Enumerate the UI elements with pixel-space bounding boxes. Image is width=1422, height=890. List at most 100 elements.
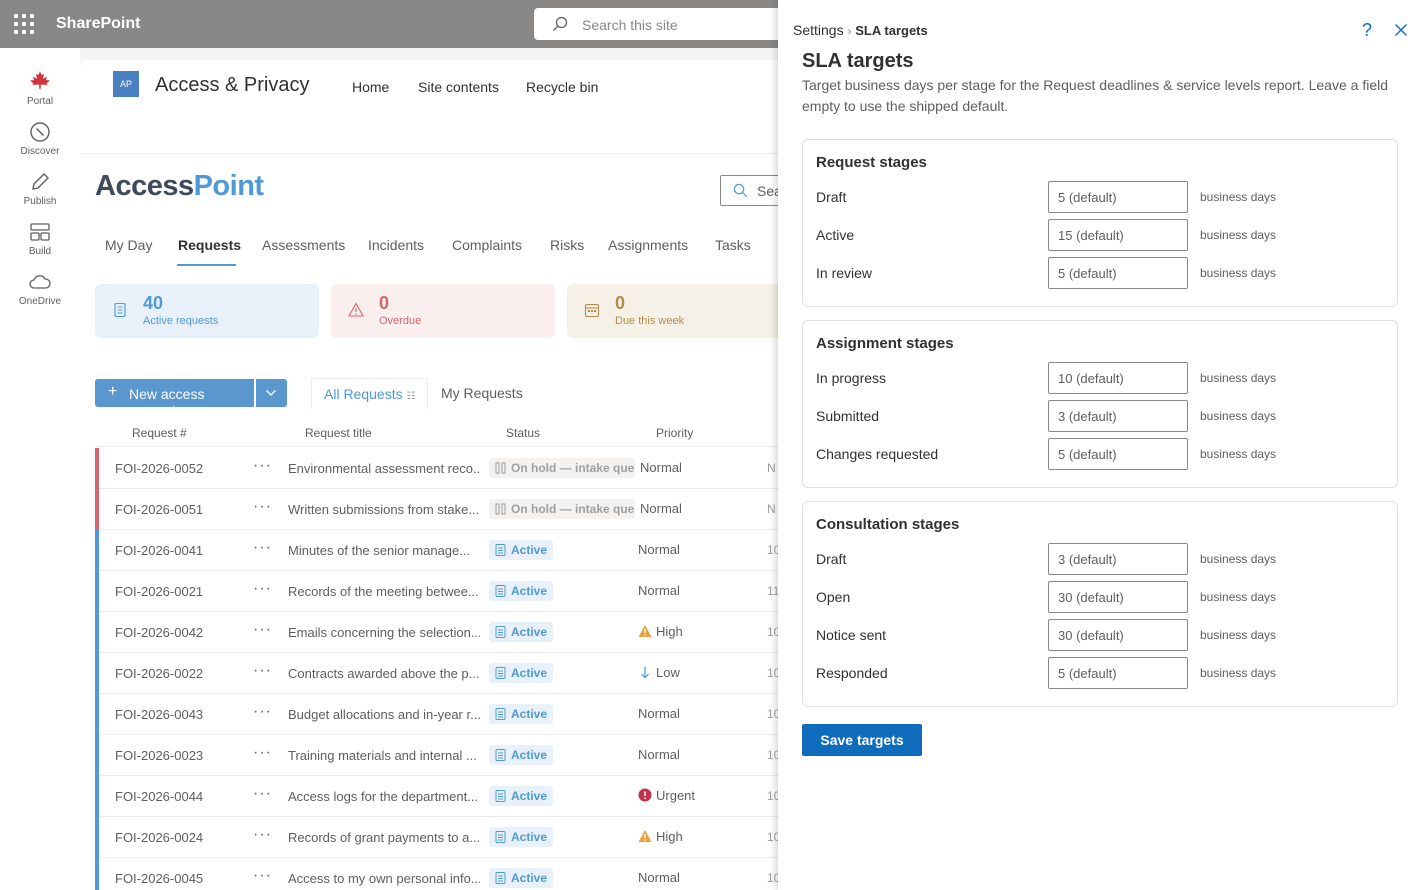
- column-header[interactable]: Request #: [132, 426, 187, 440]
- more-actions-icon[interactable]: ···: [253, 826, 272, 844]
- request-number[interactable]: FOI-2026-0052: [115, 461, 203, 476]
- tab-my-day[interactable]: My Day: [105, 237, 152, 253]
- appbar-onedrive[interactable]: OneDrive: [0, 270, 80, 307]
- breadcrumb-settings[interactable]: Settings: [793, 22, 844, 38]
- request-title[interactable]: Minutes of the senior manage...: [288, 543, 480, 558]
- site-search-placeholder: Search this site: [582, 17, 678, 33]
- request-title[interactable]: Access logs for the department...: [288, 789, 480, 804]
- site-title[interactable]: Access & Privacy: [155, 74, 309, 97]
- table-row[interactable]: FOI-2026-0023 ··· Training materials and i…: [95, 735, 780, 776]
- suite-brand[interactable]: SharePoint: [56, 15, 140, 33]
- request-title[interactable]: Contracts awarded above the p...: [288, 666, 480, 681]
- table-row[interactable]: FOI-2026-0043 ··· Budget allocations and i…: [95, 694, 780, 735]
- sla-input-assignment-changes-requested[interactable]: [1048, 438, 1188, 470]
- app-search-input[interactable]: Sea: [720, 175, 780, 206]
- request-number[interactable]: FOI-2026-0021: [115, 584, 203, 599]
- tab-incidents[interactable]: Incidents: [368, 237, 424, 253]
- tab-risks[interactable]: Risks: [550, 237, 584, 253]
- request-number[interactable]: FOI-2026-0042: [115, 625, 203, 640]
- table-row[interactable]: FOI-2026-0045 ··· Access to my own persona…: [95, 858, 780, 890]
- more-actions-icon[interactable]: ···: [253, 539, 272, 557]
- tab-assignments[interactable]: Assignments: [608, 237, 688, 253]
- appbar-publish[interactable]: Publish: [0, 170, 80, 207]
- request-title[interactable]: Records of the meeting betwee...: [288, 584, 480, 599]
- appbar-portal[interactable]: Portal: [0, 70, 80, 107]
- request-title[interactable]: Emails concerning the selection...: [288, 625, 480, 640]
- sla-input-request-active[interactable]: [1048, 219, 1188, 251]
- save-targets-button[interactable]: Save targets: [802, 724, 922, 756]
- request-number[interactable]: FOI-2026-0041: [115, 543, 203, 558]
- sla-input-consultation-responded[interactable]: [1048, 657, 1188, 689]
- request-title[interactable]: Environmental assessment reco...: [288, 461, 480, 476]
- request-title[interactable]: Training materials and internal ...: [288, 748, 480, 763]
- table-row[interactable]: FOI-2026-0042 ··· Emails concerning the se…: [95, 612, 780, 653]
- table-row[interactable]: FOI-2026-0051 ··· Written submissions from…: [95, 489, 780, 530]
- request-title[interactable]: Written submissions from stake...: [288, 502, 480, 517]
- sla-input-consultation-notice-sent[interactable]: [1048, 619, 1188, 651]
- field-label: Draft: [816, 551, 847, 567]
- priority-text: Normal: [638, 747, 680, 762]
- status-badge: Active: [489, 663, 554, 683]
- request-number[interactable]: FOI-2026-0022: [115, 666, 203, 681]
- view-all-requests[interactable]: All Requests ☷: [311, 378, 429, 410]
- tab-assessments[interactable]: Assessments: [262, 237, 345, 253]
- site-logo[interactable]: AP: [113, 71, 139, 97]
- table-row[interactable]: FOI-2026-0041 ··· Minutes of the senior ma…: [95, 530, 780, 571]
- site-nav-recycle-bin[interactable]: Recycle bin: [526, 79, 598, 95]
- column-header[interactable]: Status: [506, 426, 540, 440]
- request-number[interactable]: FOI-2026-0051: [115, 502, 203, 517]
- site-search-box[interactable]: Search this site: [534, 8, 794, 40]
- card-due-this-week[interactable]: 0 Due this week: [567, 284, 780, 338]
- request-number[interactable]: FOI-2026-0023: [115, 748, 203, 763]
- sla-input-assignment-submitted[interactable]: [1048, 400, 1188, 432]
- priority: Normal: [638, 542, 680, 557]
- close-icon[interactable]: [1393, 22, 1409, 38]
- tab-requests[interactable]: Requests: [178, 237, 241, 253]
- site-nav-site-contents[interactable]: Site contents: [418, 79, 499, 95]
- more-actions-icon[interactable]: ···: [253, 662, 272, 680]
- sla-input-consultation-open[interactable]: [1048, 581, 1188, 613]
- request-number[interactable]: FOI-2026-0044: [115, 789, 203, 804]
- new-access-request-button[interactable]: + New access request: [95, 379, 254, 418]
- app-launcher-icon[interactable]: [14, 14, 34, 34]
- divider: [80, 153, 780, 154]
- table-row[interactable]: FOI-2026-0044 ··· Access logs for the depa…: [95, 776, 780, 817]
- status-badge: Active: [489, 745, 554, 765]
- status-badge: Active: [489, 540, 554, 560]
- sla-input-request-draft[interactable]: [1048, 181, 1188, 213]
- site-nav-home[interactable]: Home: [352, 79, 389, 95]
- more-actions-icon[interactable]: ···: [253, 498, 272, 516]
- tab-tasks[interactable]: Tasks: [715, 237, 751, 253]
- more-actions-icon[interactable]: ···: [253, 867, 272, 885]
- request-title[interactable]: Records of grant payments to a...: [288, 830, 480, 845]
- card-overdue[interactable]: 0 Overdue: [331, 284, 555, 338]
- more-actions-icon[interactable]: ···: [253, 785, 272, 803]
- tab-complaints[interactable]: Complaints: [452, 237, 522, 253]
- request-title[interactable]: Access to my own personal info...: [288, 871, 480, 886]
- request-number[interactable]: FOI-2026-0045: [115, 871, 203, 886]
- card-active-requests[interactable]: 40 Active requests: [95, 284, 319, 338]
- view-my-requests[interactable]: My Requests: [429, 378, 535, 410]
- request-number[interactable]: FOI-2026-0024: [115, 830, 203, 845]
- appbar-discover[interactable]: Discover: [0, 120, 80, 157]
- help-icon[interactable]: ?: [1362, 20, 1378, 40]
- table-row[interactable]: FOI-2026-0052 ··· Environmental assessment…: [95, 448, 780, 489]
- more-actions-icon[interactable]: ···: [253, 621, 272, 639]
- table-row[interactable]: FOI-2026-0021 ··· Records of the meeting b…: [95, 571, 780, 612]
- more-actions-icon[interactable]: ···: [253, 703, 272, 721]
- column-header[interactable]: Request title: [305, 426, 372, 440]
- card-label: Active requests: [143, 315, 219, 327]
- more-actions-icon[interactable]: ···: [253, 744, 272, 762]
- request-title[interactable]: Budget allocations and in-year r...: [288, 707, 480, 722]
- sla-input-consultation-draft[interactable]: [1048, 543, 1188, 575]
- column-header[interactable]: Priority: [656, 426, 693, 440]
- more-actions-icon[interactable]: ···: [253, 457, 272, 475]
- table-row[interactable]: FOI-2026-0024 ··· Records of grant payment…: [95, 817, 780, 858]
- appbar-build[interactable]: Build: [0, 220, 80, 257]
- new-request-dropdown-button[interactable]: [256, 379, 287, 407]
- sla-input-assignment-in-progress[interactable]: [1048, 362, 1188, 394]
- request-number[interactable]: FOI-2026-0043: [115, 707, 203, 722]
- sla-input-request-in-review[interactable]: [1048, 257, 1188, 289]
- more-actions-icon[interactable]: ···: [253, 580, 272, 598]
- table-row[interactable]: FOI-2026-0022 ··· Contracts awarded above …: [95, 653, 780, 694]
